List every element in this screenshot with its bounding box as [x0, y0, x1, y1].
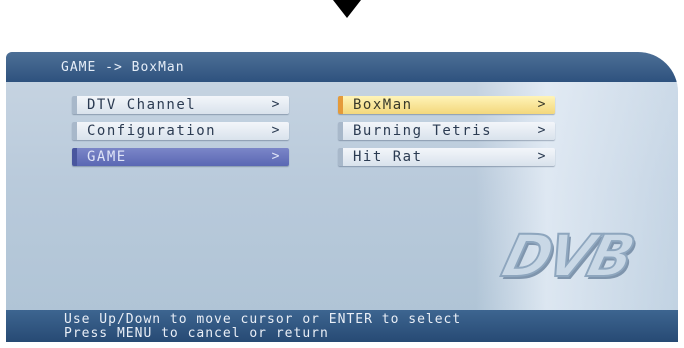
- menu-item-label: Configuration: [87, 123, 217, 139]
- menu-item-label: DTV Channel: [87, 97, 197, 113]
- chevron-right-icon: >: [271, 123, 281, 138]
- menu-item-boxman[interactable]: BoxMan >: [338, 96, 555, 114]
- breadcrumb: GAME -> BoxMan: [61, 60, 185, 75]
- chevron-right-icon: >: [271, 97, 281, 112]
- chevron-right-icon: >: [537, 123, 547, 138]
- osd-screen: GAME -> BoxMan DTV Channel > Configurati…: [6, 52, 678, 342]
- menu-item-dtv-channel[interactable]: DTV Channel >: [72, 96, 289, 114]
- pointer-arrow-icon: [333, 0, 361, 18]
- title-bar: GAME -> BoxMan: [6, 52, 678, 82]
- menu-item-configuration[interactable]: Configuration >: [72, 122, 289, 140]
- help-text-line-2: Press MENU to cancel or return: [64, 326, 329, 341]
- chevron-right-icon: >: [271, 149, 281, 164]
- dvb-logo: DVB: [495, 221, 639, 291]
- menu-item-label: GAME: [87, 149, 127, 165]
- chevron-right-icon: >: [537, 149, 547, 164]
- help-text-line-1: Use Up/Down to move cursor or ENTER to s…: [64, 312, 462, 327]
- help-bar: Use Up/Down to move cursor or ENTER to s…: [6, 310, 678, 342]
- menu-item-burning-tetris[interactable]: Burning Tetris >: [338, 122, 555, 140]
- menu-item-game[interactable]: GAME >: [72, 148, 289, 166]
- chevron-right-icon: >: [537, 97, 547, 112]
- menu-item-label: Hit Rat: [353, 149, 423, 165]
- menu-item-label: Burning Tetris: [353, 123, 493, 139]
- menu-item-label: BoxMan: [353, 97, 413, 113]
- menu-item-hit-rat[interactable]: Hit Rat >: [338, 148, 555, 166]
